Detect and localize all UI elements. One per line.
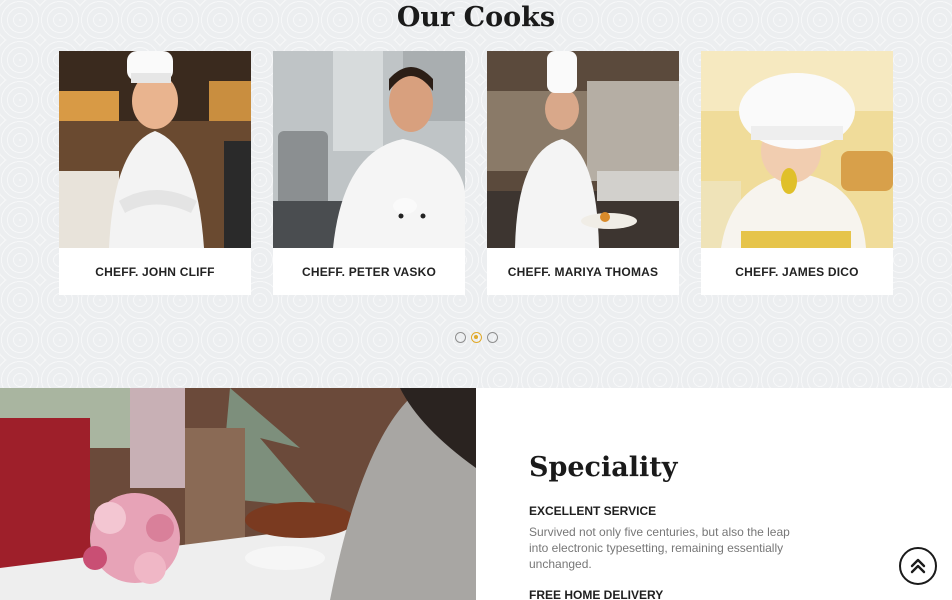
cook-photo [701, 51, 893, 248]
cook-name: CHEFF. JAMES DICO [735, 264, 859, 279]
cook-name: CHEFF. JOHN CLIFF [95, 264, 215, 279]
cooks-section: Our Cooks CHEFF. JOHN CLIFF CHEFF. PETER… [0, 0, 952, 388]
carousel-dot-active[interactable] [471, 332, 482, 343]
carousel-dot[interactable] [455, 332, 466, 343]
cook-card[interactable]: CHEFF. JAMES DICO [701, 51, 893, 295]
speciality-item-text: Survived not only five centuries, but al… [529, 525, 790, 571]
cook-photo [273, 51, 465, 248]
section-title: Our Cooks [396, 2, 556, 33]
scroll-to-top-button[interactable] [899, 547, 937, 585]
speciality-photo [0, 388, 476, 600]
double-chevron-up-icon [910, 558, 926, 574]
cook-photo [487, 51, 679, 248]
cook-card[interactable]: CHEFF. JOHN CLIFF [59, 51, 251, 295]
speciality-item-heading: FREE HOME DELIVERY [529, 588, 664, 600]
cook-name: CHEFF. MARIYA THOMAS [507, 264, 659, 279]
cook-name: CHEFF. PETER VASKO [301, 264, 437, 279]
cook-card[interactable]: CHEFF. MARIYA THOMAS [487, 51, 679, 295]
cook-photo [59, 51, 251, 248]
carousel-dot[interactable] [487, 332, 498, 343]
speciality-item-heading: EXCELLENT SERVICE [529, 504, 657, 518]
speciality-title: Speciality [529, 452, 678, 483]
cook-card[interactable]: CHEFF. PETER VASKO [273, 51, 465, 295]
carousel-pagination [455, 332, 498, 343]
speciality-panel: Speciality EXCELLENT SERVICE Survived no… [476, 388, 952, 600]
